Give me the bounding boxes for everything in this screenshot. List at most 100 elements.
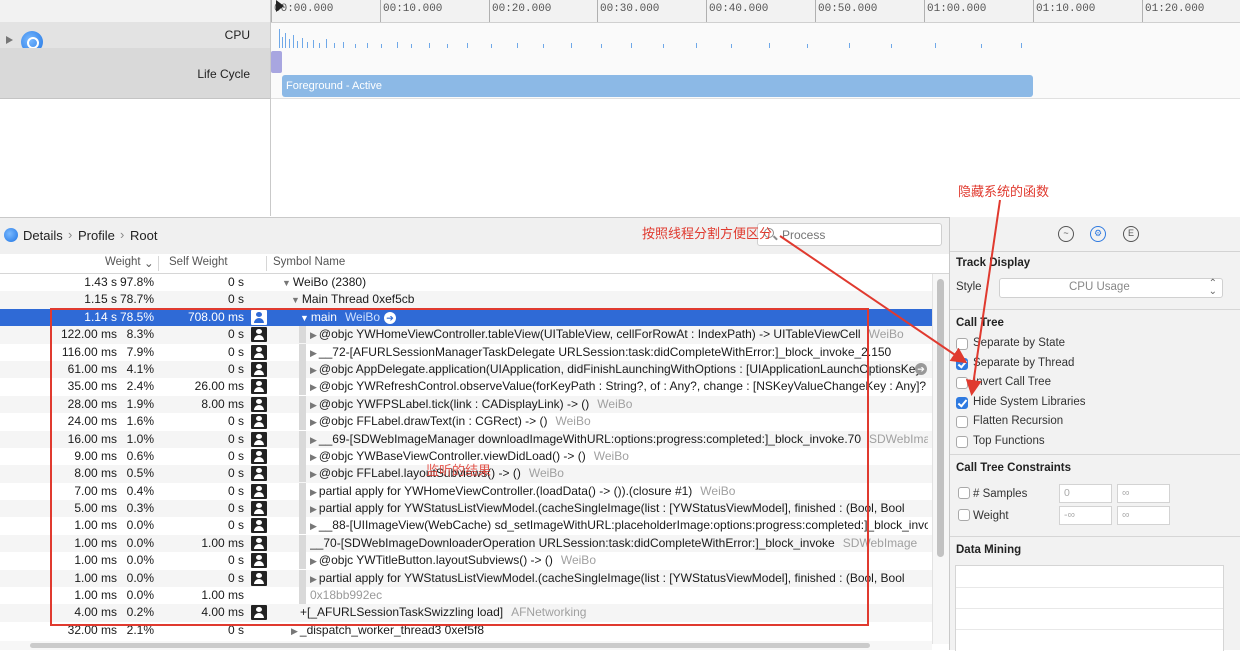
invert-call-tree-checkbox[interactable] [956,377,968,390]
row-symbol[interactable]: ▶ @objc YWFPSLabel.tick(link : CADisplayL… [310,396,928,414]
process-filter-input[interactable] [780,226,934,244]
row-symbol[interactable]: ▶ @objc FFLabel.drawText(in : CGRect) -> … [310,413,928,431]
call-tree-row[interactable]: 1.14 s 78.5% 708.00 ms ▼ main WeiBo ➔ [0,308,932,327]
process-filter[interactable] [757,223,942,246]
track-cpu[interactable]: CPU [0,22,270,53]
breadcrumb-details[interactable]: Details [23,228,63,243]
time-ruler[interactable]: 00:00.000 00:10.000 00:20.000 00:30.000 … [271,0,1240,23]
call-tree-row[interactable]: 4.00 ms 0.2% 4.00 ms +[_AFURLSessionTaskSwi… [0,604,932,622]
column-symbol-name[interactable]: Symbol Name [273,256,345,268]
call-tree-row[interactable]: 5.00 ms 0.3% 0 s ▶ partial apply for YWStatu… [0,500,932,518]
weight-label: Weight [973,510,1009,522]
call-tree-row[interactable]: 32.00 ms 2.1% 0 s ▶ _dispatch_worker_thread3… [0,622,932,638]
row-symbol[interactable]: ▶ @objc YWBaseViewController.viewDidLoad(… [310,448,928,466]
separate-by-state-checkbox[interactable] [956,338,968,350]
playhead-icon[interactable] [276,0,284,12]
tree-indent-guide [299,343,306,361]
disclosure-closed-icon[interactable]: ▶ [291,623,298,638]
weight-min-field[interactable]: -∞ [1059,506,1112,525]
call-tree-row[interactable]: 61.00 ms 4.1% 0 s ▶ @objc AppDelegate.applic… [0,360,932,379]
launch-segment[interactable] [271,51,282,73]
row-symbol[interactable]: ▶ partial apply for YWHomeViewController.… [310,483,928,501]
row-symbol[interactable]: ▶ _dispatch_worker_thread3 0xef5f8 [291,622,928,638]
disclosure-closed-icon[interactable]: ▶ [310,327,317,344]
sort-chevron-icon[interactable]: ⌄ [144,256,154,270]
call-tree-row[interactable]: 1.00 ms 0.0% 0 s ▶ @objc YWTitleButton.layou… [0,552,932,570]
call-tree-row[interactable]: 1.00 ms 0.0% 0 s ▶ __88-[UIImageView(WebCach… [0,517,932,535]
disclosure-closed-icon[interactable]: ▶ [310,518,317,535]
call-tree-row[interactable]: 1.00 ms 0.0% 1.00 ms __70-[SDWebImageDownlo… [0,534,932,553]
disclosure-closed-icon[interactable]: ▶ [310,345,317,362]
call-tree-row[interactable]: 16.00 ms 1.0% 0 s ▶ __69-[SDWebImageManager … [0,430,932,449]
row-symbol[interactable]: ▼ main WeiBo ➔ [300,309,928,327]
samples-min-field[interactable]: 0 [1059,484,1112,503]
top-functions-checkbox[interactable] [956,436,968,448]
call-tree-row[interactable]: 24.00 ms 1.6% 0 s ▶ @objc FFLabel.drawText(i… [0,413,932,431]
disclosure-closed-icon[interactable]: ▶ [310,484,317,501]
call-tree-row[interactable]: 28.00 ms 1.9% 8.00 ms ▶ @objc YWFPSLabel.tic… [0,395,932,414]
call-tree-row[interactable]: 122.00 ms 8.3% 0 s ▶ @objc YWHomeViewControl… [0,326,932,344]
column-self-weight[interactable]: Self Weight [169,256,228,268]
disclosure-closed-icon[interactable]: ▶ [310,466,317,483]
column-weight[interactable]: Weight [105,256,141,268]
disclosure-closed-icon[interactable]: ▶ [310,449,317,466]
row-symbol[interactable]: ▶ __69-[SDWebImageManager downloadImageWi… [310,431,928,449]
row-symbol[interactable]: ▶ __88-[UIImageView(WebCache) sd_setImage… [310,517,928,535]
row-symbol[interactable]: 0x18bb992ec [310,587,928,604]
disclosure-closed-icon[interactable]: ▶ [310,501,317,518]
row-symbol[interactable]: __70-[SDWebImageDownloaderOperation URLS… [310,535,928,552]
row-weight-percent: 0.3% [126,501,154,516]
row-symbol[interactable]: ▶ @objc YWRefreshControl.observeValue(for… [310,378,928,396]
call-tree-row[interactable]: 1.43 s 97.8% 0 s ▼ WeiBo (2380) [0,274,932,291]
hide-system-libraries-checkbox[interactable] [956,396,968,409]
call-tree-row[interactable]: 7.00 ms 0.4% 0 s ▶ partial apply for YWHomeV… [0,482,932,501]
timeline-area[interactable]: Foreground - Active [271,23,1240,216]
disclosure-open-icon[interactable]: ▼ [282,275,291,292]
disclosure-closed-icon[interactable]: ▶ [310,397,317,414]
row-symbol[interactable]: ▶ @objc FFLabel.layoutSubviews() -> () Wei… [310,465,928,483]
call-tree-row[interactable]: 35.00 ms 2.4% 26.00 ms ▶ @objc YWRefreshCont… [0,378,932,396]
disclosure-closed-icon[interactable]: ▶ [310,553,317,570]
go-to-source-icon[interactable]: ➔ [915,362,927,375]
row-symbol[interactable]: ▶ partial apply for YWStatusListViewModel… [310,500,928,518]
weight-constraint-checkbox[interactable] [958,509,970,521]
vertical-scrollbar[interactable] [932,274,949,644]
row-symbol[interactable]: ▶ __72-[AFURLSessionManagerTaskDelegate U… [310,344,928,362]
call-tree-row[interactable]: 1.00 ms 0.0% 0 s ▶ partial apply for YWStatu… [0,569,932,588]
disclosure-closed-icon[interactable]: ▶ [310,571,317,588]
record-settings-icon[interactable]: ~ [1058,226,1074,242]
flatten-recursion-checkbox[interactable] [956,416,968,429]
separate-by-thread-checkbox[interactable] [956,357,968,370]
section-data-mining: Data Mining [956,544,1022,556]
go-to-source-icon[interactable]: ➔ [384,311,397,324]
foreground-active-segment[interactable]: Foreground - Active [282,75,1033,97]
row-symbol[interactable]: ▼ WeiBo (2380) [282,274,928,292]
disclosure-closed-icon[interactable]: ▶ [310,414,317,431]
call-tree-row[interactable]: 116.00 ms 7.9% 0 s ▶ __72-[AFURLSessionManag… [0,343,932,362]
disclosure-closed-icon[interactable]: ▶ [310,362,317,379]
samples-max-field[interactable]: ∞ [1117,484,1170,503]
row-symbol[interactable]: +[_AFURLSessionTaskSwizzling load] AFNetw… [300,604,928,621]
row-symbol[interactable]: ▼ Main Thread 0xef5cb [291,291,928,309]
samples-constraint-checkbox[interactable] [958,487,970,499]
row-symbol[interactable]: ▶ @objc YWHomeViewController.tableView(UI… [310,326,928,344]
breadcrumb-profile[interactable]: Profile [78,228,115,243]
disclosure-open-icon[interactable]: ▼ [291,292,300,309]
call-tree-row[interactable]: 1.00 ms 0.0% 1.00 ms 0x18bb992ec [0,587,932,605]
extended-detail-icon[interactable]: E [1123,226,1139,242]
gear-icon[interactable]: ⚙ [1090,226,1106,242]
style-select[interactable]: CPU Usage ⌃ ⌄ [999,278,1223,298]
row-symbol[interactable]: ▶ @objc AppDelegate.application(UIApplica… [310,361,928,379]
breadcrumb-root[interactable]: Root [130,228,157,243]
call-tree-row[interactable]: 1.15 s 78.7% 0 s ▼ Main Thread 0xef5cb [0,291,932,309]
weight-max-field[interactable]: ∞ [1117,506,1170,525]
row-symbol[interactable]: ▶ @objc YWTitleButton.layoutSubviews() ->… [310,552,928,570]
track-life-cycle[interactable]: Life Cycle [0,48,270,99]
disclosure-closed-icon[interactable]: ▶ [310,379,317,396]
disclosure-closed-icon[interactable]: ▶ [310,432,317,449]
data-mining-list[interactable] [955,565,1224,651]
disclosure-open-icon[interactable]: ▼ [300,310,309,327]
horizontal-scrollbar[interactable] [0,641,932,650]
row-symbol[interactable]: ▶ partial apply for YWStatusListViewModel… [310,570,928,588]
track-disclosure-icon[interactable] [6,36,13,44]
